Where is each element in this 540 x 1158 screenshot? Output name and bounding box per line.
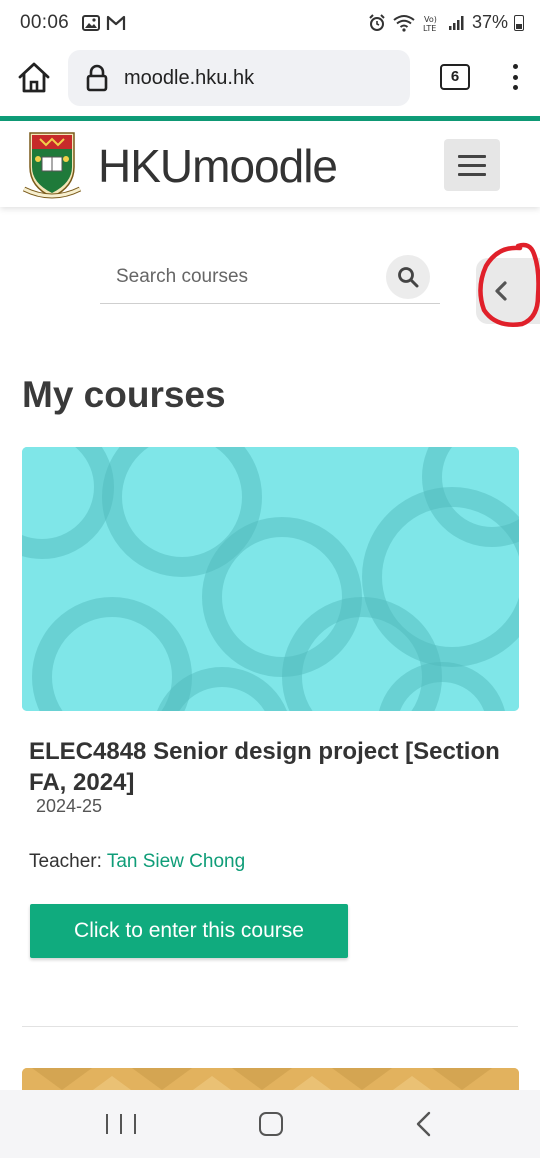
hamburger-line (458, 154, 486, 158)
address-bar[interactable]: moodle.hku.hk (68, 50, 410, 106)
search-courses-input[interactable] (100, 252, 380, 302)
recents-icon[interactable] (106, 1114, 136, 1134)
back-icon[interactable] (412, 1110, 436, 1138)
svg-text:Vo): Vo) (424, 15, 437, 24)
status-time: 00:06 (20, 12, 70, 33)
enter-course-button[interactable]: Click to enter this course (30, 904, 348, 958)
wifi-icon (393, 14, 415, 32)
svg-text:LTE: LTE (423, 24, 436, 32)
gallery-icon (82, 15, 100, 31)
course-image[interactable] (22, 447, 519, 711)
hamburger-menu-button[interactable] (444, 139, 500, 191)
browser-menu-icon[interactable] (506, 62, 524, 92)
course-divider (22, 1026, 518, 1027)
battery-percent: 37% (471, 12, 508, 32)
page-title: My courses (22, 374, 226, 415)
url-text: moodle.hku.hk (124, 67, 255, 89)
course-name[interactable]: ELEC4848 Senior design project [Section … (29, 736, 519, 798)
alarm-icon (369, 13, 385, 31)
brand-rest: moodle (192, 140, 338, 192)
search-button[interactable] (386, 255, 430, 299)
lock-icon (86, 64, 108, 92)
course-pattern (22, 447, 519, 711)
brand-bold: HKU (98, 140, 193, 192)
notification-icons (82, 15, 126, 31)
teacher-label: Teacher: (29, 851, 107, 872)
battery-icon (514, 14, 524, 31)
volte-icon: Vo) LTE (423, 15, 437, 32)
open-block-drawer-button[interactable] (476, 258, 540, 324)
chevron-left-icon (495, 281, 507, 301)
system-navigation-bar (0, 1090, 540, 1158)
hamburger-line (458, 163, 486, 167)
home-nav-icon[interactable] (259, 1112, 283, 1136)
site-brand[interactable]: HKUmoodle (98, 139, 338, 193)
course-search (100, 252, 440, 304)
hamburger-line (458, 172, 486, 176)
tab-switcher-button[interactable]: 6 (440, 64, 470, 90)
teacher-link[interactable]: Tan Siew Chong (107, 851, 245, 872)
hku-crest-logo[interactable] (20, 127, 84, 201)
system-status: Vo) LTE 37% (368, 12, 524, 33)
course-year: 2024-25 (36, 796, 103, 816)
status-bar: 00:06 Vo) LTE 37% (0, 0, 540, 48)
home-icon[interactable] (16, 60, 52, 96)
search-icon (398, 267, 419, 288)
browser-toolbar: moodle.hku.hk 6 (0, 48, 540, 114)
gmail-icon (106, 15, 126, 30)
course-teacher: Teacher: Tan Siew Chong (29, 851, 245, 873)
signal-icon (448, 15, 464, 30)
site-header: HKUmoodle (0, 121, 540, 207)
